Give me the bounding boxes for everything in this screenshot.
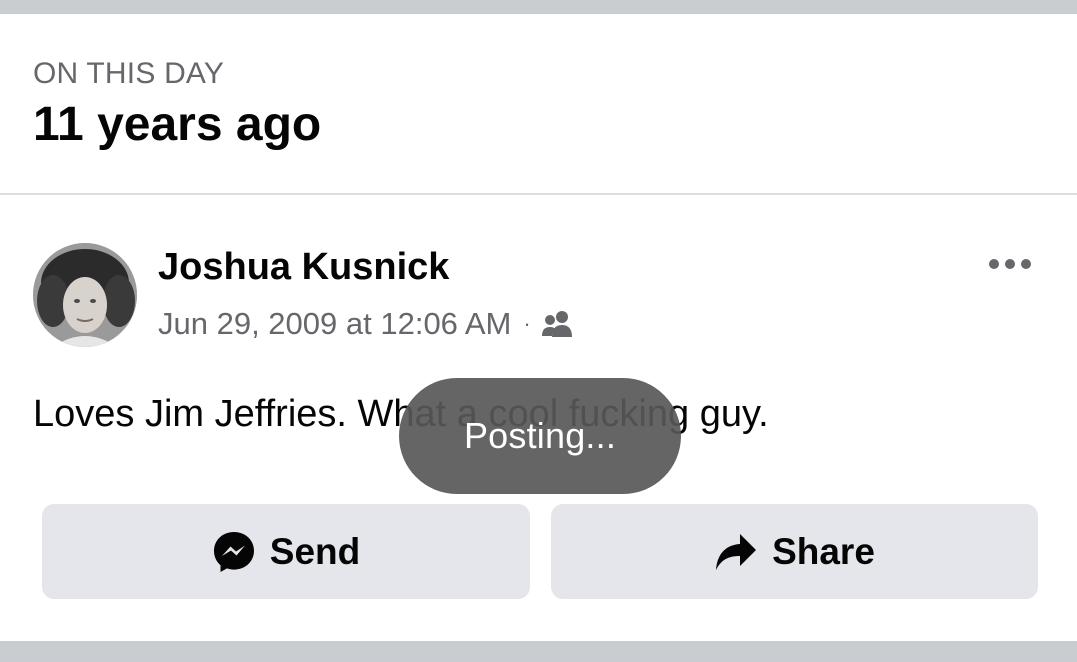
post-timestamp[interactable]: Jun 29, 2009 at 12:06 AM [158, 306, 511, 342]
top-separator-band [0, 0, 1077, 14]
toast-message: Posting... [463, 415, 617, 456]
author-avatar[interactable] [33, 243, 137, 347]
memories-years-ago-title: 11 years ago [33, 98, 322, 151]
messenger-icon [213, 531, 254, 572]
send-button[interactable]: Send [42, 504, 530, 599]
header-divider [0, 193, 1077, 195]
meta-separator: · [523, 311, 531, 336]
more-options-button[interactable] [982, 248, 1038, 280]
bottom-separator-band [0, 641, 1077, 662]
share-arrow-icon [716, 533, 757, 570]
friends-icon [541, 309, 575, 339]
avatar-photo [33, 243, 137, 347]
share-button[interactable]: Share [551, 504, 1038, 599]
post-meta: Jun 29, 2009 at 12:06 AM · [158, 304, 575, 344]
more-options-icon [989, 259, 1031, 269]
send-button-label: Send [269, 530, 361, 572]
post-author-name[interactable]: Joshua Kusnick [158, 245, 449, 289]
posting-toast: Posting... [399, 378, 681, 494]
memories-section-label: ON THIS DAY [33, 57, 225, 90]
share-button-label: Share [772, 530, 875, 572]
